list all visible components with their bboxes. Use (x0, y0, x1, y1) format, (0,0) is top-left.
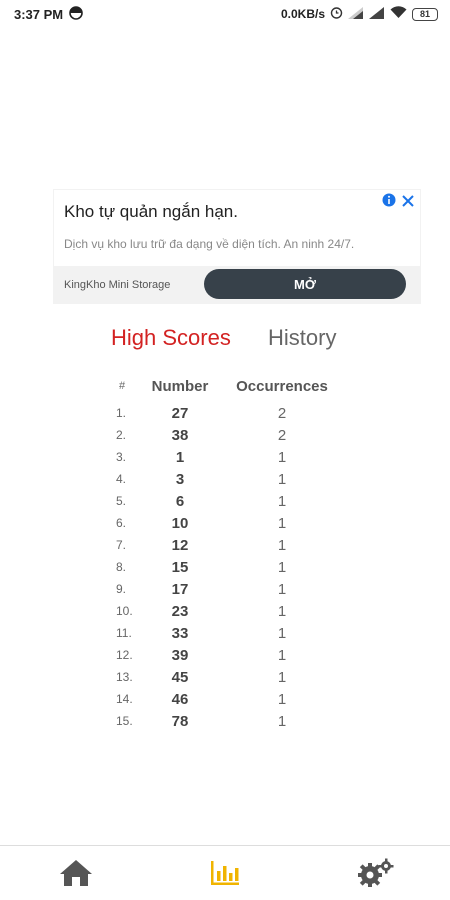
row-number: 17 (171, 581, 189, 598)
table-row: 10. 23 1 (0, 601, 450, 623)
row-number: 39 (171, 647, 189, 664)
tab-bar: High Scores History (0, 325, 450, 355)
row-number: 3 (175, 471, 185, 488)
battery-icon: 81 (412, 7, 438, 21)
close-icon[interactable] (402, 194, 414, 212)
table-row: 3. 1 1 (0, 447, 450, 469)
row-number: 33 (171, 625, 189, 642)
table-row: 14. 46 1 (0, 689, 450, 711)
row-occurrences: 1 (277, 603, 287, 620)
table-row: 2. 38 2 (0, 425, 450, 447)
row-number: 27 (171, 405, 189, 422)
wifi-icon (390, 6, 407, 22)
table-header: # Number Occurrences (0, 377, 450, 403)
row-number: 78 (171, 713, 189, 730)
row-number: 10 (171, 515, 189, 532)
row-occurrences: 2 (277, 427, 287, 444)
network-speed: 0.0KB/s (280, 7, 325, 21)
row-occurrences: 1 (277, 581, 287, 598)
ad-footer: KingKho Mini Storage MỞ (54, 266, 420, 303)
nav-home[interactable] (56, 856, 96, 890)
table-row: 9. 17 1 (0, 579, 450, 601)
ad-description: Dịch vụ kho lưu trữ đa dạng về diện tích… (64, 237, 355, 251)
tab-high-scores[interactable]: High Scores (111, 325, 231, 351)
ad-open-button[interactable]: MỞ (204, 269, 406, 299)
table-row: 13. 45 1 (0, 667, 450, 689)
table-row: 15. 78 1 (0, 711, 450, 733)
row-occurrences: 1 (277, 449, 287, 466)
info-icon[interactable] (382, 193, 396, 212)
bottom-nav (0, 845, 450, 900)
row-number: 46 (171, 691, 189, 708)
nav-stats[interactable] (205, 856, 245, 890)
table-row: 5. 6 1 (0, 491, 450, 513)
row-number: 45 (171, 669, 189, 686)
row-number: 6 (175, 493, 185, 510)
row-occurrences: 1 (277, 537, 287, 554)
status-bar: 3:37 PM 0.0KB/s 81 (0, 0, 450, 28)
high-scores-table: # Number Occurrences 1. 27 2 2. 38 2 3. 1 1 4. 3 1 5… (0, 377, 450, 733)
sync-icon (69, 5, 83, 23)
table-row: 1. 27 2 (0, 403, 450, 425)
ad-brand: KingKho Mini Storage (64, 278, 171, 291)
row-occurrences: 1 (277, 713, 287, 730)
row-occurrences: 1 (277, 647, 287, 664)
table-row: 6. 10 1 (0, 513, 450, 535)
ad-banner[interactable]: Kho tự quản ngắn hạn. Dịch vụ kho lưu tr… (54, 190, 420, 303)
bar-chart-icon (211, 861, 239, 885)
nav-settings[interactable] (355, 856, 395, 890)
table-row: 12. 39 1 (0, 645, 450, 667)
row-number: 1 (175, 449, 185, 466)
row-number: 38 (171, 427, 189, 444)
table-row: 11. 33 1 (0, 623, 450, 645)
row-occurrences: 1 (277, 471, 287, 488)
ad-title[interactable]: Kho tự quản ngắn hạn. (64, 202, 238, 222)
battery-level: 81 (419, 9, 430, 19)
row-number: 12 (171, 537, 189, 554)
gears-icon (358, 858, 394, 887)
row-occurrences: 1 (277, 515, 287, 532)
row-occurrences: 1 (277, 625, 287, 642)
home-icon (60, 860, 92, 886)
row-occurrences: 1 (277, 493, 287, 510)
status-time: 3:37 PM (14, 6, 64, 22)
signal-icon (369, 6, 385, 22)
row-number: 23 (171, 603, 189, 620)
row-number: 15 (171, 559, 189, 576)
row-occurrences: 1 (277, 669, 287, 686)
signal-icon (348, 6, 364, 22)
table-row: 8. 15 1 (0, 557, 450, 579)
table-row: 4. 3 1 (0, 469, 450, 491)
header-occurrences: Occurrences (236, 378, 328, 395)
row-occurrences: 1 (277, 559, 287, 576)
tab-history[interactable]: History (268, 325, 336, 351)
row-occurrences: 1 (277, 691, 287, 708)
row-occurrences: 2 (277, 405, 287, 422)
header-index: # (118, 380, 126, 392)
alarm-icon (330, 6, 343, 22)
header-number: Number (151, 378, 209, 395)
table-row: 7. 12 1 (0, 535, 450, 557)
